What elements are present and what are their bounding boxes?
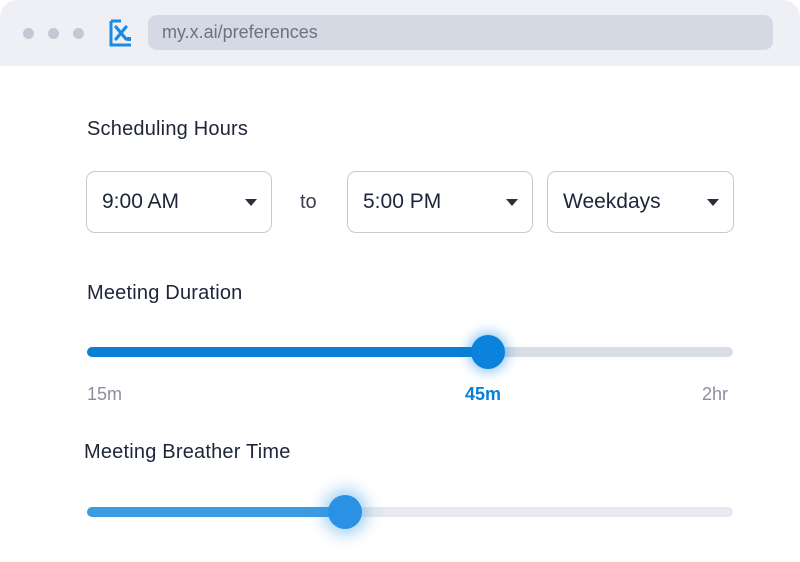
start-time-value: 9:00 AM bbox=[102, 190, 180, 213]
chevron-down-icon bbox=[506, 199, 518, 206]
meeting-duration-slider[interactable] bbox=[87, 347, 733, 357]
days-value: Weekdays bbox=[563, 190, 661, 213]
browser-toolbar: my.x.ai/preferences bbox=[0, 0, 800, 66]
meeting-duration-title: Meeting Duration bbox=[87, 282, 243, 304]
duration-value-label: 45m bbox=[465, 384, 502, 404]
meeting-breather-title: Meeting Breather Time bbox=[84, 441, 291, 463]
window-control-dot[interactable] bbox=[73, 28, 84, 39]
days-select[interactable]: Weekdays bbox=[547, 171, 734, 233]
slider-thumb[interactable] bbox=[328, 495, 363, 529]
meeting-breather-slider[interactable] bbox=[87, 507, 733, 517]
end-time-select[interactable]: 5:00 PM bbox=[347, 171, 533, 233]
end-time-value: 5:00 PM bbox=[363, 190, 442, 213]
start-time-select[interactable]: 9:00 AM bbox=[86, 171, 272, 233]
scheduling-hours-title: Scheduling Hours bbox=[87, 118, 249, 140]
window-control-dot[interactable] bbox=[48, 28, 59, 39]
slider-thumb[interactable] bbox=[470, 335, 505, 369]
slider-fill bbox=[87, 347, 488, 357]
browser-window: my.x.ai/preferences Scheduling Hours 9:0… bbox=[0, 0, 800, 562]
chevron-down-icon bbox=[707, 199, 719, 206]
window-control-dot[interactable] bbox=[23, 28, 34, 39]
duration-max-label: 2hr bbox=[702, 384, 729, 404]
duration-min-label: 15m bbox=[87, 384, 123, 404]
slider-fill bbox=[87, 507, 346, 517]
x-ai-logo-icon bbox=[109, 19, 131, 47]
time-range-separator: to bbox=[300, 191, 317, 213]
address-bar[interactable]: my.x.ai/preferences bbox=[148, 15, 773, 50]
chevron-down-icon bbox=[245, 199, 257, 206]
